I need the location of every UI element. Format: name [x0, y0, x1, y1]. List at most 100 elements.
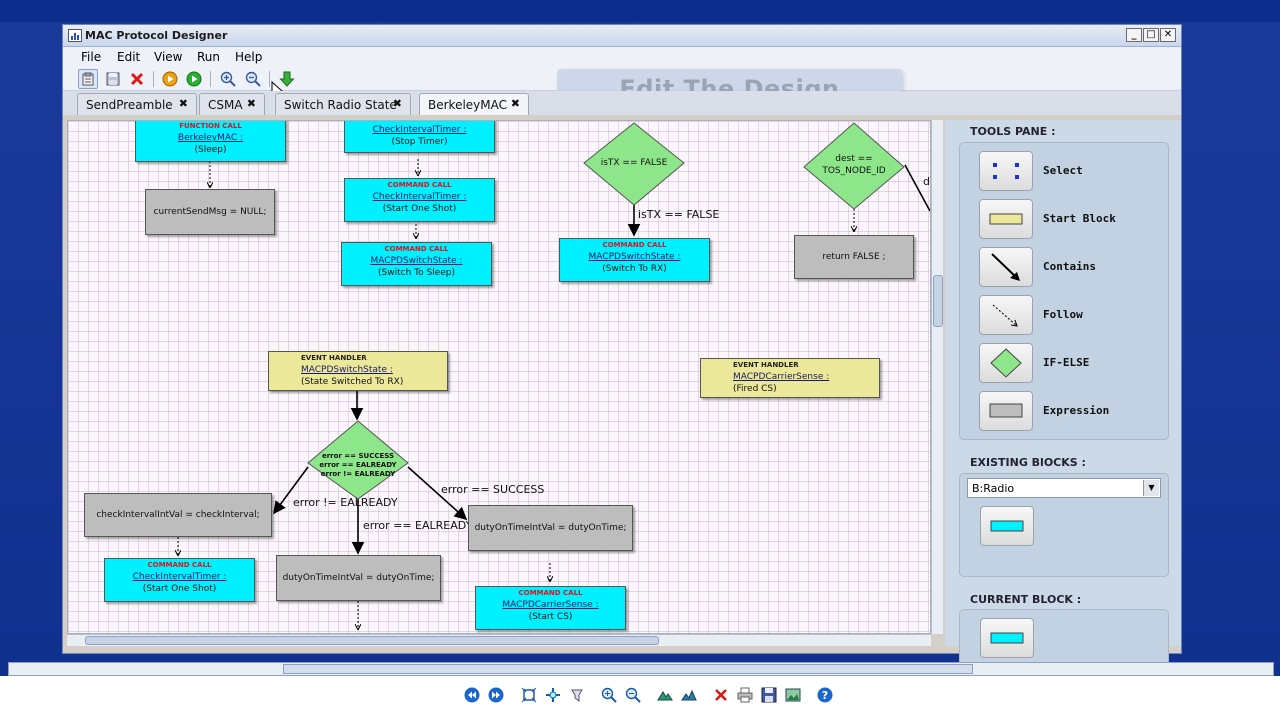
mountain-button[interactable]: [656, 686, 674, 704]
fit-button[interactable]: [520, 686, 538, 704]
rewind-button[interactable]: [463, 686, 481, 704]
menu-file[interactable]: File: [81, 50, 101, 64]
save-button[interactable]: [103, 69, 123, 89]
zoom-in-button[interactable]: [218, 69, 238, 89]
event-handler-carrier-sense[interactable]: EVENT HANDLER MACPDCarrierSense : (Fired…: [700, 358, 880, 398]
design-canvas[interactable]: FUNCTION CALL BerkeleyMAC : (Sleep) curr…: [67, 120, 931, 634]
help-button[interactable]: ?: [816, 686, 834, 704]
existing-blocks-title: EXISTING BlOCKS :: [970, 456, 1086, 469]
canvas-horizontal-scrollbar[interactable]: [67, 634, 931, 646]
canvas-vertical-scrollbar[interactable]: [931, 120, 943, 634]
contains-tool-button[interactable]: [979, 247, 1033, 287]
command-call-switch-to-rx[interactable]: COMMAND CALL MACPDSwitchState : (Switch …: [559, 238, 710, 282]
block-name: MACPDSwitchState :: [301, 365, 393, 375]
horizontal-scroll-thumb[interactable]: [85, 636, 659, 645]
new-button[interactable]: [78, 69, 98, 89]
minimize-button[interactable]: _: [1126, 28, 1142, 42]
print-button[interactable]: [736, 686, 754, 704]
existing-block-button[interactable]: [980, 506, 1034, 546]
decision-diamond-error[interactable]: [307, 420, 409, 500]
zoom-out-button[interactable]: [243, 69, 263, 89]
command-call-start-cs[interactable]: COMMAND CALL MACPDCarrierSense : (Start …: [475, 586, 626, 630]
start-block-tool-button[interactable]: [979, 199, 1033, 239]
save-button[interactable]: [760, 686, 778, 704]
block-arg: (Switch To RX): [602, 264, 667, 274]
help-icon: ?: [817, 687, 833, 703]
step-button[interactable]: [160, 69, 180, 89]
orange-play-icon: [162, 71, 178, 87]
tab-berkeleymac[interactable]: BerkeleyMAC ✖: [419, 93, 529, 115]
pin-button[interactable]: [568, 686, 586, 704]
tab-close-icon[interactable]: ✖: [393, 97, 402, 110]
viewer-scroll-thumb[interactable]: [283, 664, 973, 674]
tool-label: Follow: [1043, 308, 1083, 321]
menu-view[interactable]: View: [154, 50, 182, 64]
block-name: BerkeleyMAC :: [177, 133, 244, 143]
command-call-start-one-shot[interactable]: COMMAND CALL CheckIntervalTimer : (Start…: [104, 558, 255, 602]
select-tool-button[interactable]: [979, 151, 1033, 191]
svg-text:?: ?: [822, 689, 828, 702]
command-call-start-one-shot[interactable]: COMMAND CALL CheckIntervalTimer : (Start…: [344, 178, 495, 222]
block-header: COMMAND CALL: [387, 181, 452, 189]
maximize-icon: □: [1146, 29, 1156, 40]
command-block-icon: [990, 520, 1024, 532]
follow-tool-button[interactable]: [979, 295, 1033, 335]
tab-label: Switch Radio State: [284, 97, 397, 112]
decision-text: error == SUCCESS: [321, 452, 395, 460]
decision-text: error != EALREADY: [320, 470, 396, 478]
pin-icon: [571, 689, 583, 702]
delete-button[interactable]: [127, 69, 147, 89]
zoom-in-button[interactable]: [600, 686, 618, 704]
existing-blocks-select[interactable]: B:Radio ▼: [967, 478, 1161, 498]
tab-close-icon[interactable]: ✖: [179, 97, 188, 110]
red-x-icon: [715, 689, 727, 701]
desktop-top-strip: [0, 0, 1280, 22]
menu-edit[interactable]: Edit: [117, 50, 140, 64]
block-header: COMMAND CALL: [384, 245, 449, 253]
title-bar[interactable]: MAC Protocol Designer _ □ ✕: [63, 25, 1181, 47]
tab-close-icon[interactable]: ✖: [247, 97, 256, 110]
tab-label: SendPreamble: [86, 97, 173, 112]
delete-button[interactable]: [712, 686, 730, 704]
menu-run[interactable]: Run: [197, 50, 220, 64]
tools-pane-title: TOOLS PANE :: [970, 125, 1056, 138]
fit-screen-icon: [521, 687, 537, 703]
floppy-disk-icon: [106, 72, 120, 86]
current-block-button[interactable]: [980, 618, 1034, 658]
edge-label: isTX == FALSE: [638, 208, 720, 221]
mountain-alt-button[interactable]: [680, 686, 698, 704]
command-call-stop-timer[interactable]: CheckIntervalTimer : (Stop Timer): [344, 121, 495, 153]
forward-button[interactable]: [487, 686, 505, 704]
expression-tool-button[interactable]: [979, 391, 1033, 431]
expression-text: checkIntervalIntVal = checkInterval;: [96, 510, 260, 520]
tab-switch-radio-state[interactable]: Switch Radio State ✖: [275, 93, 411, 115]
maximize-button[interactable]: □: [1143, 28, 1159, 42]
function-call-berkeleymac[interactable]: FUNCTION CALL BerkeleyMAC : (Sleep): [135, 121, 286, 162]
command-call-switch-to-sleep[interactable]: COMMAND CALL MACPDSwitchState : (Switch …: [341, 242, 492, 286]
block-arg: (Switch To Sleep): [378, 268, 455, 278]
event-handler-switch-state[interactable]: EVENT HANDLER MACPDSwitchState : (State …: [268, 351, 448, 391]
chevron-down-icon[interactable]: ▼: [1143, 480, 1159, 496]
run-button[interactable]: [184, 69, 204, 89]
if-else-tool-button[interactable]: [979, 343, 1033, 383]
close-window-button[interactable]: ✕: [1160, 28, 1176, 42]
vertical-scroll-thumb[interactable]: [933, 275, 943, 327]
tab-close-icon[interactable]: ✖: [511, 97, 520, 110]
export-image-button[interactable]: [784, 686, 802, 704]
tool-label: Select: [1043, 164, 1083, 177]
block-header: COMMAND CALL: [147, 561, 212, 569]
tool-label: Contains: [1043, 260, 1096, 273]
viewer-horizontal-scrollbar[interactable]: [8, 662, 1274, 676]
expression-duty-on-time[interactable]: dutyOnTimeIntVal = dutyOnTime;: [468, 505, 633, 551]
tab-csma[interactable]: CSMA ✖: [199, 93, 265, 115]
expression-check-interval[interactable]: checkIntervalIntVal = checkInterval;: [84, 493, 272, 537]
contains-arrow-icon: [991, 253, 1020, 281]
contains-connector: [904, 164, 930, 212]
expression-duty-on-time[interactable]: dutyOnTimeIntVal = dutyOnTime;: [276, 555, 441, 601]
expression-current-send-msg[interactable]: currentSendMsg = NULL;: [145, 189, 275, 235]
tab-sendpreamble[interactable]: SendPreamble ✖: [77, 93, 197, 115]
menu-help[interactable]: Help: [235, 50, 262, 64]
move-button[interactable]: [544, 686, 562, 704]
expression-return-false[interactable]: return FALSE ;: [794, 235, 914, 279]
zoom-out-button[interactable]: [624, 686, 642, 704]
